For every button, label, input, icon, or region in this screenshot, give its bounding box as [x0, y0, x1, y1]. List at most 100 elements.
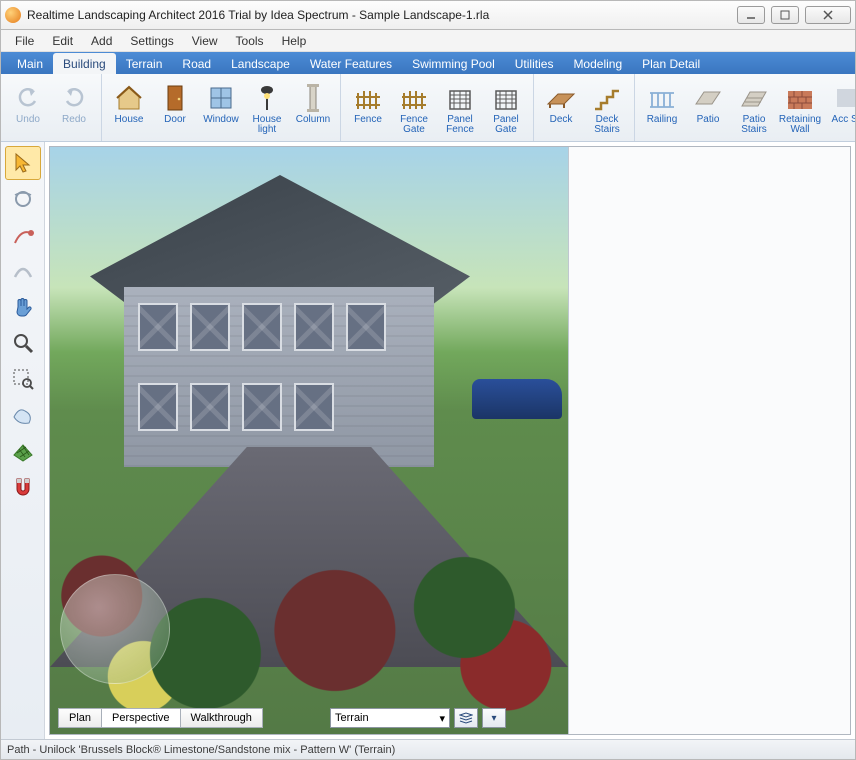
- menu-add[interactable]: Add: [83, 32, 120, 50]
- maximize-button[interactable]: [771, 6, 799, 24]
- redo-button: Redo: [51, 76, 97, 139]
- fence-icon: [353, 83, 383, 113]
- cursor-icon: [11, 151, 35, 175]
- house-light-button[interactable]: House light: [244, 76, 290, 139]
- tab-plan-detail[interactable]: Plan Detail: [632, 53, 710, 74]
- fence-button[interactable]: Fence: [345, 76, 391, 139]
- tab-modeling[interactable]: Modeling: [563, 53, 632, 74]
- window-button[interactable]: Window: [198, 76, 244, 139]
- zoomsel-icon: [11, 367, 35, 391]
- region-icon: [11, 403, 35, 427]
- window-icon: [206, 83, 236, 113]
- tool-label: Redo: [62, 115, 86, 137]
- close-button[interactable]: [805, 6, 851, 24]
- lamp-icon: [252, 83, 282, 113]
- orbit-icon: [11, 187, 35, 211]
- pan-tool[interactable]: [5, 290, 41, 324]
- chevron-down-icon: ▾: [439, 712, 445, 725]
- title-bar: Realtime Landscaping Architect 2016 Tria…: [0, 0, 856, 30]
- tab-main[interactable]: Main: [7, 53, 53, 74]
- select-tool[interactable]: [5, 146, 41, 180]
- deck-button[interactable]: Deck: [538, 76, 584, 139]
- zoom-tool[interactable]: [5, 326, 41, 360]
- menu-file[interactable]: File: [7, 32, 42, 50]
- layer-controls: Terrain ▾ ▾: [330, 708, 506, 728]
- menu-view[interactable]: View: [184, 32, 226, 50]
- layer-dropdown[interactable]: Terrain ▾: [330, 708, 450, 728]
- tab-swimming-pool[interactable]: Swimming Pool: [402, 53, 505, 74]
- door-button[interactable]: Door: [152, 76, 198, 139]
- tab-utilities[interactable]: Utilities: [505, 53, 564, 74]
- tool-label: Door: [164, 115, 186, 137]
- panel-gate-button[interactable]: Panel Gate: [483, 76, 529, 139]
- orbit-tool[interactable]: [5, 182, 41, 216]
- column-icon: [298, 83, 328, 113]
- retaining-wall-button[interactable]: Retaining Wall: [777, 76, 823, 139]
- menu-tools[interactable]: Tools: [228, 32, 272, 50]
- side-toolbar: [1, 142, 45, 739]
- menu-edit[interactable]: Edit: [44, 32, 81, 50]
- tool-label: Patio: [697, 115, 720, 137]
- layer-more-button[interactable]: ▾: [482, 708, 506, 728]
- tool-label: Panel Fence: [437, 115, 483, 137]
- window-title: Realtime Landscaping Architect 2016 Tria…: [27, 8, 737, 22]
- layer-selected: Terrain: [335, 712, 369, 724]
- hand-icon: [11, 295, 35, 319]
- tool-label: Patio Stairs: [731, 115, 777, 137]
- minimize-button[interactable]: [737, 6, 765, 24]
- grid-tool[interactable]: [5, 434, 41, 468]
- scene-windows-lower: [138, 383, 334, 431]
- tool-label: Column: [296, 115, 330, 137]
- tab-road[interactable]: Road: [172, 53, 221, 74]
- tool-label: Acc St: [832, 115, 855, 137]
- patio-stairs-button[interactable]: Patio Stairs: [731, 76, 777, 139]
- tool-label: Undo: [16, 115, 40, 137]
- scene-car: [472, 379, 562, 419]
- region-tool[interactable]: [5, 398, 41, 432]
- tab-landscape[interactable]: Landscape: [221, 53, 300, 74]
- misc-icon: [831, 83, 855, 113]
- view-tab-walkthrough[interactable]: Walkthrough: [181, 708, 263, 728]
- fence-icon: [399, 83, 429, 113]
- layer-manager-button[interactable]: [454, 708, 478, 728]
- chevron-down-icon: ▾: [491, 713, 496, 724]
- zoom-selection-tool[interactable]: [5, 362, 41, 396]
- tab-water-features[interactable]: Water Features: [300, 53, 402, 74]
- pstairs-icon: [739, 83, 769, 113]
- redo-icon: [59, 83, 89, 113]
- snap-tool[interactable]: [5, 470, 41, 504]
- tab-terrain[interactable]: Terrain: [116, 53, 173, 74]
- viewport-frame: PlanPerspectiveWalkthrough Terrain ▾ ▾: [49, 146, 851, 735]
- column-button[interactable]: Column: [290, 76, 336, 139]
- ribbon-tab-strip: MainBuildingTerrainRoadLandscapeWater Fe…: [1, 52, 855, 74]
- curve-tool[interactable]: [5, 254, 41, 288]
- railing-button[interactable]: Railing: [639, 76, 685, 139]
- panel-icon: [491, 83, 521, 113]
- accessory-button[interactable]: Acc St: [823, 76, 855, 139]
- ribbon-toolbar: Undo Redo House Door WindowHouse light Column…: [1, 74, 855, 142]
- menu-settings[interactable]: Settings: [122, 32, 181, 50]
- railing-icon: [647, 83, 677, 113]
- house-button[interactable]: House: [106, 76, 152, 139]
- navigation-widget[interactable]: [60, 574, 170, 684]
- tool-label: Fence: [354, 115, 382, 137]
- viewport-3d[interactable]: PlanPerspectiveWalkthrough Terrain ▾ ▾: [50, 147, 568, 734]
- fence-gate-button[interactable]: Fence Gate: [391, 76, 437, 139]
- panel-icon: [445, 83, 475, 113]
- menu-help[interactable]: Help: [274, 32, 315, 50]
- deck-stairs-button[interactable]: Deck Stairs: [584, 76, 630, 139]
- wall-icon: [785, 83, 815, 113]
- tab-building[interactable]: Building: [53, 53, 116, 74]
- undo-button: Undo: [5, 76, 51, 139]
- scene-windows-upper: [138, 303, 386, 351]
- deck-icon: [546, 83, 576, 113]
- panel-fence-button[interactable]: Panel Fence: [437, 76, 483, 139]
- zoom-icon: [11, 331, 35, 355]
- move-point-tool[interactable]: [5, 218, 41, 252]
- view-tab-plan[interactable]: Plan: [58, 708, 102, 728]
- magnet-icon: [11, 475, 35, 499]
- view-tab-perspective[interactable]: Perspective: [102, 708, 180, 728]
- patio-button[interactable]: Patio: [685, 76, 731, 139]
- menu-bar: FileEditAddSettingsViewToolsHelp: [1, 30, 855, 52]
- view-mode-tabs: PlanPerspectiveWalkthrough: [58, 708, 263, 728]
